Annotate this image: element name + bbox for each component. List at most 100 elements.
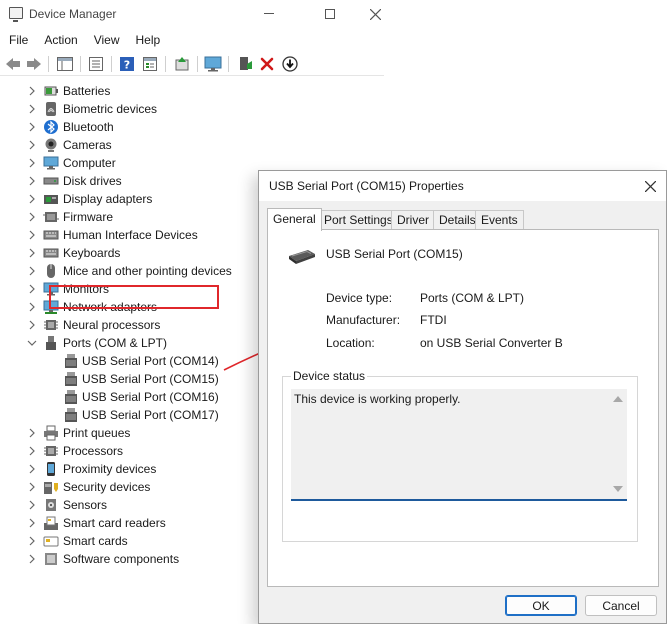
chevron-right-icon[interactable] xyxy=(27,535,37,547)
tree-item-label: Sensors xyxy=(63,498,108,512)
maximize-button[interactable] xyxy=(307,0,353,28)
properties-button[interactable] xyxy=(87,55,105,73)
chevron-right-icon[interactable] xyxy=(27,301,37,313)
tree-item-label: Biometric devices xyxy=(63,102,158,116)
ok-button[interactable]: OK xyxy=(505,595,577,616)
view-list-icon xyxy=(143,57,157,71)
chevron-right-icon[interactable] xyxy=(27,283,37,295)
device-status-textbox[interactable]: This device is working properly. xyxy=(291,389,627,501)
back-arrow-icon xyxy=(6,58,20,70)
tree-item-label: Batteries xyxy=(63,84,111,98)
tree-item-batteries[interactable]: Batteries xyxy=(0,82,384,100)
tree-item-label: Neural processors xyxy=(63,318,161,332)
enable-device-button[interactable] xyxy=(236,55,254,73)
tab-events[interactable]: Events xyxy=(475,210,524,230)
close-icon xyxy=(644,180,656,192)
tree-item-biometric-devices[interactable]: Biometric devices xyxy=(0,100,384,118)
console-tree-icon xyxy=(57,57,73,71)
tree-item-cameras[interactable]: Cameras xyxy=(0,136,384,154)
menu-view[interactable]: View xyxy=(86,30,128,50)
tab-port-settings[interactable]: Port Settings xyxy=(318,210,399,230)
battery-icon xyxy=(43,83,59,99)
tree-item-label: USB Serial Port (COM15) xyxy=(82,372,219,386)
fingerprint-icon xyxy=(43,101,59,117)
serial-port-icon xyxy=(63,407,79,423)
update-driver-button[interactable] xyxy=(173,55,191,73)
keyboard-icon xyxy=(43,245,59,261)
security-icon xyxy=(43,479,59,495)
tab-general[interactable]: General xyxy=(267,208,322,231)
window-title: Device Manager xyxy=(29,7,117,21)
close-icon xyxy=(369,8,381,20)
close-button[interactable] xyxy=(352,0,384,28)
toolbar: ? xyxy=(0,52,384,76)
tree-item-label: USB Serial Port (COM17) xyxy=(82,408,219,422)
menu-file[interactable]: File xyxy=(0,30,36,50)
scroll-up-icon[interactable] xyxy=(613,396,623,402)
device-manager-icon xyxy=(9,7,23,22)
display-adapter-icon xyxy=(43,191,59,207)
tree-item-label: Proximity devices xyxy=(63,462,157,476)
printer-icon xyxy=(43,425,59,441)
scan-hardware-changes-button[interactable] xyxy=(204,55,222,73)
tree-item-label: Display adapters xyxy=(63,192,153,206)
forward-button[interactable] xyxy=(25,55,43,73)
chevron-right-icon[interactable] xyxy=(27,193,37,205)
chevron-right-icon[interactable] xyxy=(27,103,37,115)
selection-highlight-box xyxy=(49,285,219,309)
tree-item-label: Disk drives xyxy=(63,174,122,188)
chevron-right-icon[interactable] xyxy=(27,445,37,457)
view-button[interactable] xyxy=(141,55,159,73)
red-x-icon xyxy=(260,57,274,71)
mouse-icon xyxy=(43,263,59,279)
properties-dialog: USB Serial Port (COM15) Properties Gener… xyxy=(258,170,667,624)
cancel-button[interactable]: Cancel xyxy=(585,595,657,616)
chevron-right-icon[interactable] xyxy=(27,463,37,475)
bluetooth-icon xyxy=(43,119,59,135)
disk-drive-icon xyxy=(43,173,59,189)
chevron-right-icon[interactable] xyxy=(27,85,37,97)
device-name: USB Serial Port (COM15) xyxy=(326,247,463,261)
menu-help[interactable]: Help xyxy=(128,30,169,50)
chevron-right-icon[interactable] xyxy=(27,121,37,133)
chevron-down-icon[interactable] xyxy=(27,337,37,349)
show-hide-console-tree-button[interactable] xyxy=(56,55,74,73)
chevron-right-icon[interactable] xyxy=(27,265,37,277)
port-icon xyxy=(43,335,59,351)
scroll-down-icon[interactable] xyxy=(613,486,623,492)
device-status-text: This device is working properly. xyxy=(294,392,461,406)
tree-item-label: Processors xyxy=(63,444,124,458)
chevron-right-icon[interactable] xyxy=(27,319,37,331)
minimize-button[interactable] xyxy=(246,0,292,28)
device-status-group: Device status This device is working pro… xyxy=(282,369,638,542)
chevron-right-icon[interactable] xyxy=(27,481,37,493)
tree-item-label: Cameras xyxy=(63,138,112,152)
chevron-right-icon[interactable] xyxy=(27,175,37,187)
chevron-right-icon[interactable] xyxy=(27,553,37,565)
help-button[interactable]: ? xyxy=(118,55,136,73)
chevron-right-icon[interactable] xyxy=(27,499,37,511)
chevron-right-icon[interactable] xyxy=(27,247,37,259)
menu-action[interactable]: Action xyxy=(36,30,85,50)
serial-port-icon xyxy=(63,371,79,387)
tab-driver[interactable]: Driver xyxy=(391,210,435,230)
disable-device-button[interactable] xyxy=(281,55,299,73)
tree-item-bluetooth[interactable]: Bluetooth xyxy=(0,118,384,136)
properties-icon xyxy=(89,57,103,71)
chevron-right-icon[interactable] xyxy=(27,517,37,529)
card-reader-icon xyxy=(43,515,59,531)
tree-item-label: Smart card readers xyxy=(63,516,166,530)
dialog-title: USB Serial Port (COM15) Properties xyxy=(269,179,464,193)
chevron-right-icon[interactable] xyxy=(27,157,37,169)
dialog-close-button[interactable] xyxy=(639,175,661,197)
uninstall-device-button[interactable] xyxy=(258,55,276,73)
chevron-right-icon[interactable] xyxy=(27,211,37,223)
chevron-right-icon[interactable] xyxy=(27,427,37,439)
chevron-right-icon[interactable] xyxy=(27,229,37,241)
tree-item-label: Human Interface Devices xyxy=(63,228,198,242)
update-driver-icon xyxy=(175,57,189,71)
back-button[interactable] xyxy=(4,55,22,73)
chevron-right-icon[interactable] xyxy=(27,139,37,151)
status-scrollbar[interactable] xyxy=(610,389,627,499)
device-type-value: Ports (COM & LPT) xyxy=(420,291,525,305)
